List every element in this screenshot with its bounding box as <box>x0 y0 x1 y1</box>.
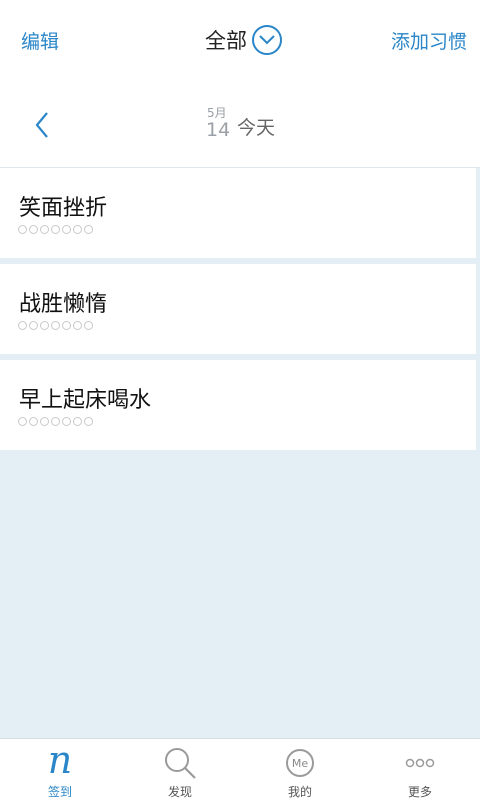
date-label: 今天 <box>237 117 276 139</box>
empty-circle-icon <box>40 225 49 234</box>
tab-label: 我的 <box>287 785 312 799</box>
habit-title: 笑面挫折 <box>19 196 108 221</box>
chevron-down-icon <box>252 25 282 55</box>
habit-title: 战胜懒惰 <box>19 292 108 317</box>
habit-progress-dots <box>18 321 95 330</box>
empty-circle-icon <box>51 321 60 330</box>
empty-circle-icon <box>18 225 27 234</box>
empty-circle-icon <box>84 417 93 426</box>
chevron-left-icon[interactable] <box>28 110 58 140</box>
habit-item[interactable]: 早上起床喝水 <box>0 360 476 450</box>
empty-circle-icon <box>62 321 71 330</box>
empty-circle-icon <box>18 321 27 330</box>
empty-circle-icon <box>73 417 82 426</box>
habit-progress-dots <box>18 417 95 426</box>
empty-circle-icon <box>40 321 49 330</box>
checkin-n-icon: n <box>47 738 73 782</box>
tab-label: 签到 <box>47 785 72 799</box>
empty-circle-icon <box>62 417 71 426</box>
empty-circle-icon <box>29 225 38 234</box>
more-icon <box>402 745 438 781</box>
tab-checkin[interactable]: n 签到 <box>0 739 120 800</box>
edit-button[interactable]: 编辑 <box>21 27 59 54</box>
habit-item[interactable]: 笑面挫折 <box>0 168 476 258</box>
habit-item[interactable]: 战胜懒惰 <box>0 264 476 354</box>
date-day: 14 <box>206 119 231 141</box>
add-habit-button[interactable]: 添加习惯 <box>391 27 467 54</box>
tab-me[interactable]: Me 我的 <box>240 739 360 800</box>
habit-progress-dots <box>18 225 95 234</box>
empty-circle-icon <box>73 225 82 234</box>
empty-circle-icon <box>51 417 60 426</box>
me-icon: Me <box>282 745 318 781</box>
me-badge: Me <box>286 749 314 777</box>
top-bar: 编辑 全部 添加习惯 <box>0 0 480 80</box>
date-bar: 5月 14 今天 <box>0 80 480 168</box>
tab-label: 发现 <box>167 785 192 799</box>
empty-circle-icon <box>18 417 27 426</box>
filter-label: 全部 <box>205 29 247 53</box>
empty-circle-icon <box>84 225 93 234</box>
empty-circle-icon <box>40 417 49 426</box>
empty-circle-icon <box>84 321 93 330</box>
empty-circle-icon <box>29 321 38 330</box>
tab-more[interactable]: 更多 <box>360 739 480 800</box>
tab-label: 更多 <box>407 785 432 799</box>
filter-dropdown[interactable]: 全部 <box>205 23 282 57</box>
empty-circle-icon <box>73 321 82 330</box>
empty-circle-icon <box>51 225 60 234</box>
bottom-tab-bar: n 签到 发现 Me 我的 更多 <box>0 738 480 800</box>
empty-circle-icon <box>29 417 38 426</box>
empty-circle-icon <box>62 225 71 234</box>
habit-list: 笑面挫折 战胜懒惰 早上起床喝水 <box>0 168 480 456</box>
tab-discover[interactable]: 发现 <box>120 739 240 800</box>
search-icon <box>162 745 198 781</box>
habit-title: 早上起床喝水 <box>19 388 152 413</box>
